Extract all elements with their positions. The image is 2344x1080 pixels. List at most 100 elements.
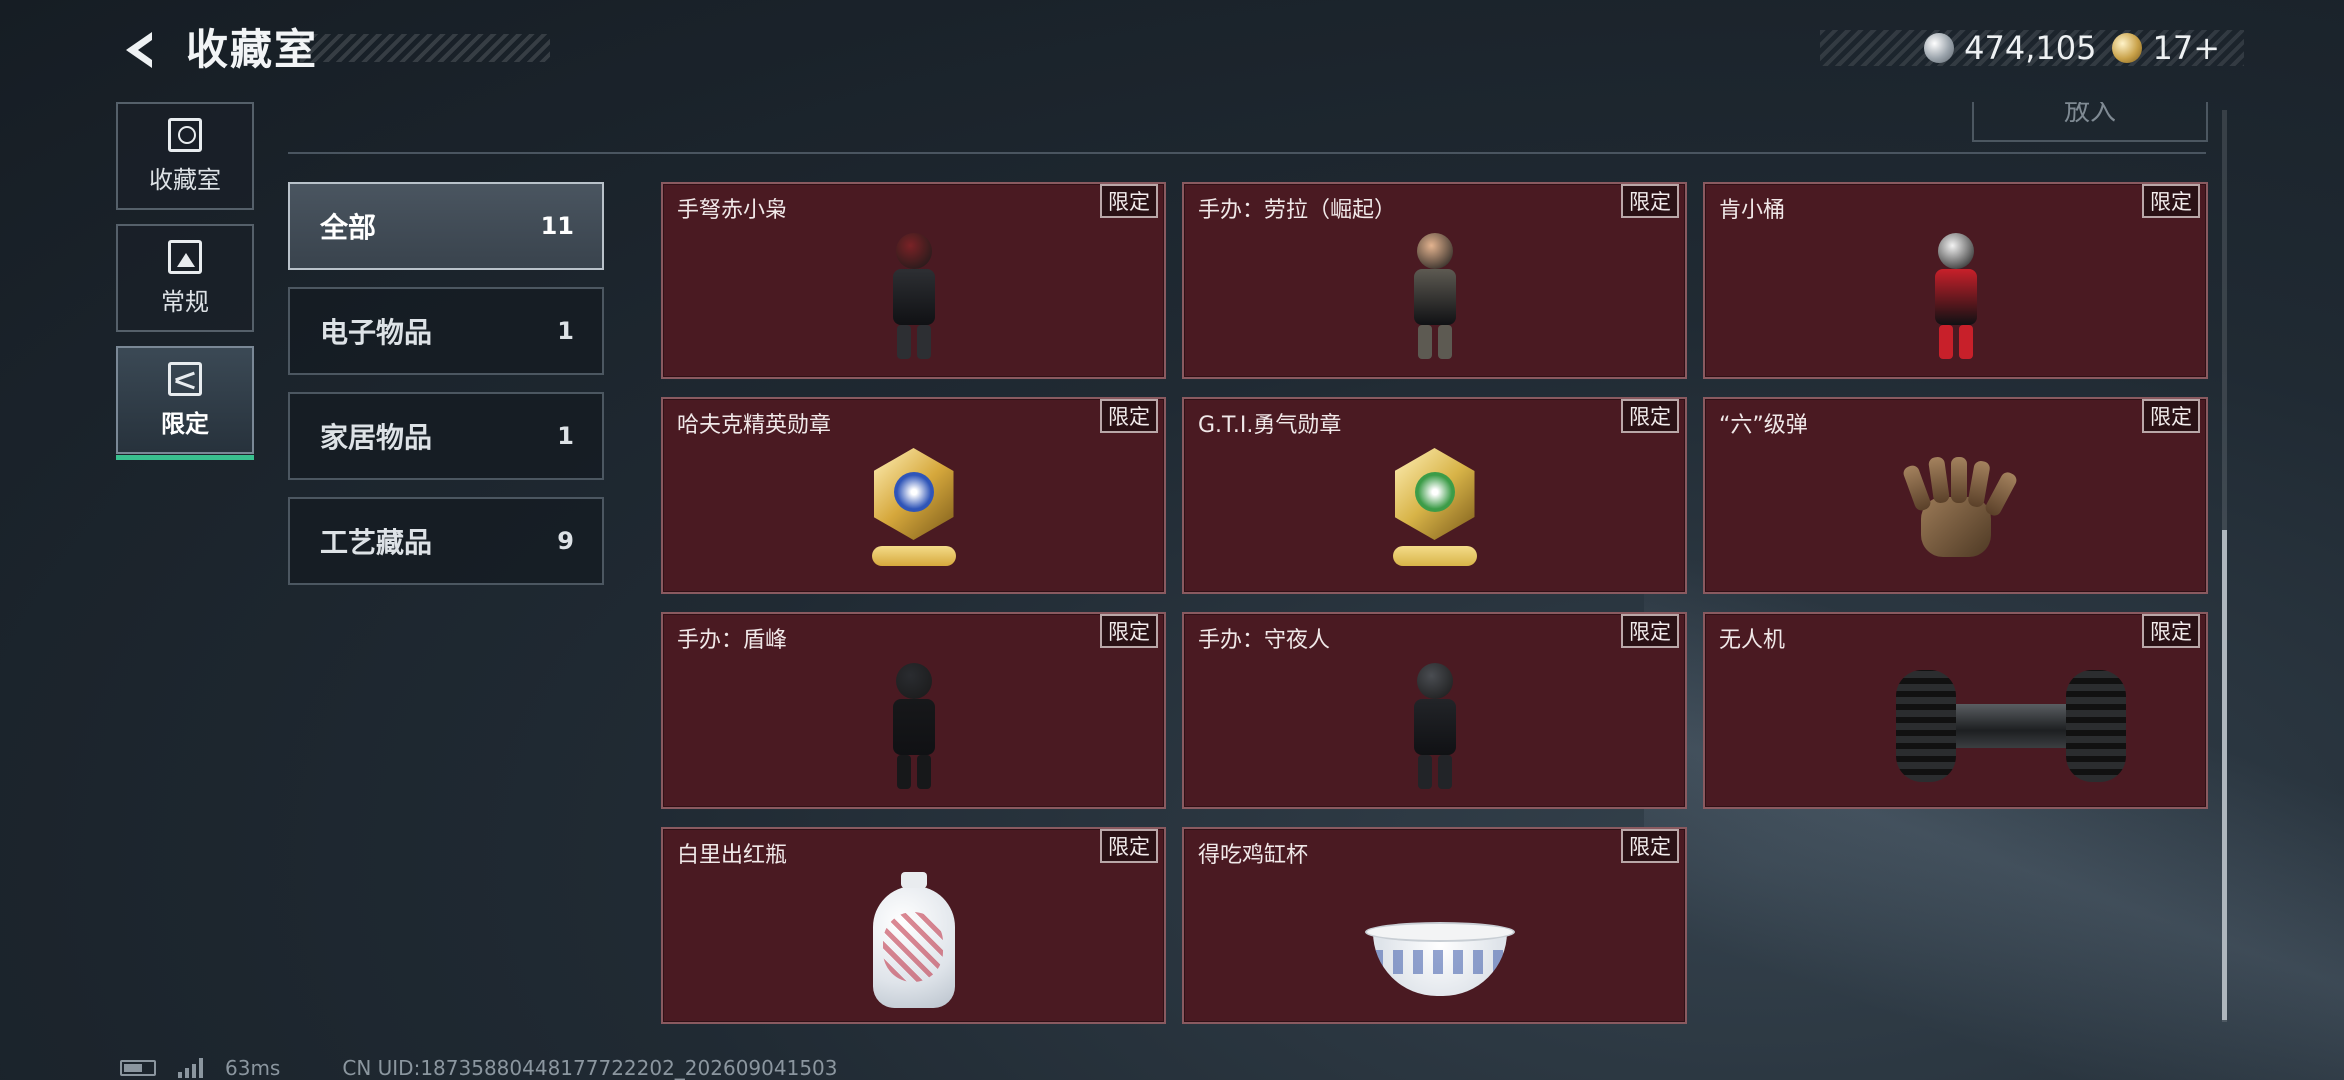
limited-badge: 限定: [1100, 614, 1158, 648]
bullet-hand-art: [1891, 456, 2021, 567]
item-image: [1886, 222, 2026, 372]
page-title: 收藏室: [186, 25, 319, 74]
item-card[interactable]: 手办：守夜人 限定: [1182, 612, 1687, 809]
category-electronics[interactable]: 电子物品 1: [288, 287, 604, 375]
category-all[interactable]: 全部 11: [288, 182, 604, 270]
art-part: [892, 699, 935, 755]
status-bar: 63ms CN UID:18735880448177722202_2026090…: [120, 1056, 838, 1080]
item-card[interactable]: 无人机 限定: [1703, 612, 2208, 809]
item-card[interactable]: 白里出红瓶 限定: [661, 827, 1166, 1024]
limited-icon: [168, 361, 202, 396]
item-card[interactable]: 手办：盾峰 限定: [661, 612, 1166, 809]
nav-item-label: 限定: [161, 409, 209, 438]
currency-bar: 474,105 17+: [1820, 29, 2244, 67]
limited-badge: 限定: [2142, 614, 2200, 648]
medal-art: [1385, 442, 1485, 582]
art-part: [1417, 755, 1432, 789]
art-part: [1364, 922, 1515, 942]
category-name: 电子物品: [320, 316, 433, 349]
item-image: [1365, 652, 1505, 802]
signal-icon: [178, 1058, 203, 1078]
medal-art: [864, 442, 964, 582]
trophy-icon: [168, 117, 202, 152]
art-part: [2065, 670, 2126, 782]
category-crafts[interactable]: 工艺藏品 9: [288, 497, 604, 585]
nav-item-label: 收藏室: [149, 165, 221, 194]
nav-item-regular[interactable]: 常规: [116, 224, 254, 332]
item-image: [1364, 867, 1515, 1017]
art-part: [1895, 670, 1956, 782]
art-part: [1413, 269, 1456, 325]
silver-coin-icon: [1924, 33, 1955, 63]
limited-badge: 限定: [1100, 829, 1158, 863]
art-part: [1416, 663, 1453, 699]
item-image: [844, 652, 984, 802]
item-card[interactable]: “六”级弹 限定: [1703, 397, 2208, 594]
limited-badge: 限定: [2142, 399, 2200, 433]
back-button[interactable]: [112, 22, 168, 78]
nav-item-label: 常规: [161, 287, 209, 316]
art-part: [1901, 463, 1932, 513]
art-part: [1950, 457, 1967, 503]
category-count: 11: [540, 212, 574, 240]
limited-badge: 限定: [1621, 614, 1679, 648]
art-part: [1437, 755, 1452, 789]
category-name: 全部: [320, 211, 377, 244]
figurine-art: [1400, 233, 1470, 361]
item-card[interactable]: 手弩赤小枭 限定: [661, 182, 1166, 379]
figurine-art: [879, 663, 949, 791]
item-card[interactable]: 手办：劳拉（崛起） 限定: [1182, 182, 1687, 379]
scroll-thumb[interactable]: [2222, 530, 2227, 1020]
art-part: [1392, 546, 1477, 566]
category-home[interactable]: 家居物品 1: [288, 392, 604, 480]
item-image: [844, 437, 984, 587]
art-part: [1437, 325, 1452, 359]
currency-silver[interactable]: 474,105: [1924, 29, 2096, 67]
category-count: 1: [557, 317, 574, 345]
category-name: 工艺藏品: [320, 526, 433, 559]
art-part: [1937, 233, 1974, 269]
top-bar: 收藏室 474,105 17+: [0, 0, 2344, 100]
item-name: 无人机: [1719, 628, 1786, 653]
item-image: [1886, 437, 2026, 587]
item-card[interactable]: 肯小桶 限定: [1703, 182, 2208, 379]
item-name: 哈夫克精英勋章: [677, 413, 832, 438]
currency-gold[interactable]: 17+: [2112, 29, 2220, 67]
figurine-art: [879, 233, 949, 361]
art-part: [871, 546, 956, 566]
art-part: [1934, 269, 1977, 325]
document-icon: [168, 239, 202, 274]
art-part: [1414, 472, 1455, 512]
item-name: 手办：劳拉（崛起）: [1198, 198, 1397, 223]
figurine-art: [1921, 233, 1991, 361]
nav-item-collection-room[interactable]: 收藏室: [116, 102, 254, 210]
item-card[interactable]: G.T.I.勇气勋章 限定: [1182, 397, 1687, 594]
gold-coin-icon: [2112, 33, 2143, 63]
limited-badge: 限定: [1621, 829, 1679, 863]
item-image: [844, 867, 984, 1017]
art-part: [895, 663, 932, 699]
vase-art: [869, 872, 959, 1012]
limited-badge: 限定: [1100, 399, 1158, 433]
limited-badge: 限定: [2142, 184, 2200, 218]
item-card[interactable]: 哈夫克精英勋章 限定: [661, 397, 1166, 594]
category-count: 9: [557, 527, 574, 555]
item-grid: 手弩赤小枭 限定 手办：劳拉（崛起） 限定 肯小桶 限定 哈夫克精英勋章 限定 …: [661, 182, 2208, 1024]
item-name: 白里出红瓶: [677, 843, 788, 868]
bowl-art: [1364, 922, 1515, 1002]
uid-text: CN UID:18735880448177722202_202609041503: [342, 1056, 838, 1080]
art-part: [893, 472, 934, 512]
category-name: 家居物品: [320, 421, 433, 454]
art-part: [916, 755, 931, 789]
figurine-art: [1400, 663, 1470, 791]
put-in-button[interactable]: 放入: [1972, 102, 2208, 142]
art-part: [1958, 325, 1973, 359]
nav-item-limited[interactable]: 限定: [116, 346, 254, 460]
item-name: 得吃鸡缸杯: [1198, 843, 1309, 868]
item-name: 肯小桶: [1719, 198, 1786, 223]
item-image: [1886, 652, 2126, 802]
limited-badge: 限定: [1100, 184, 1158, 218]
item-card[interactable]: 得吃鸡缸杯 限定: [1182, 827, 1687, 1024]
grid-scrollbar[interactable]: [2222, 110, 2227, 1022]
item-name: “六”级弹: [1719, 413, 1808, 438]
